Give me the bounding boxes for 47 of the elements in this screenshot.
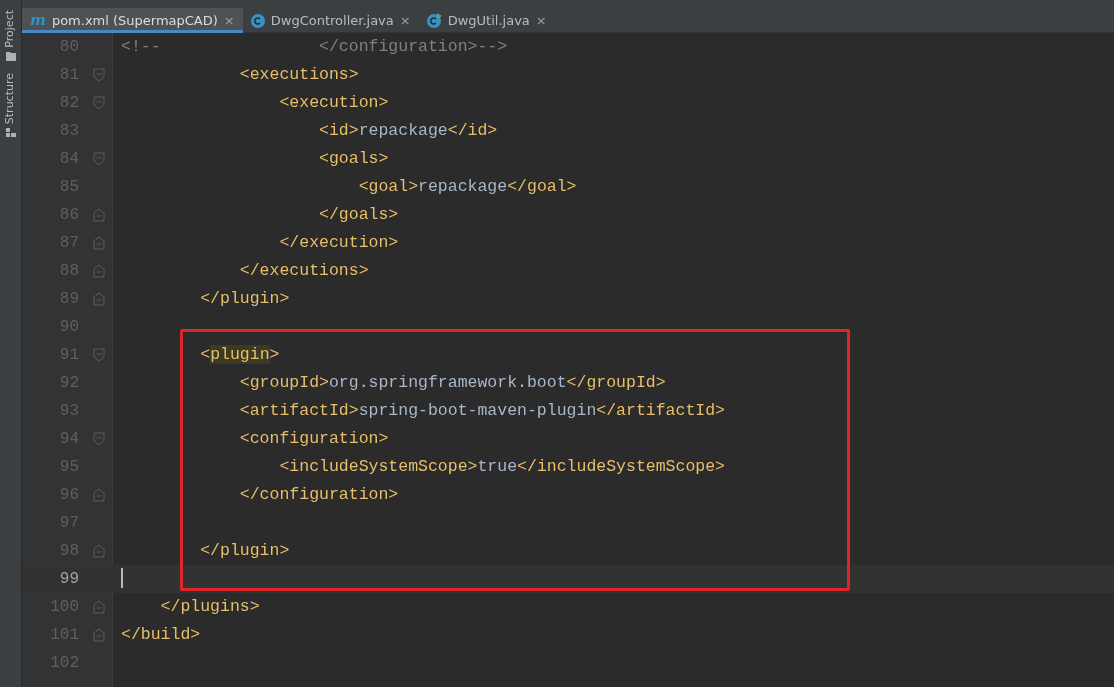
code-line: </plugin> bbox=[199, 539, 290, 562]
fold-icon bbox=[92, 432, 105, 446]
folder-icon bbox=[5, 51, 16, 61]
code-line: </configuration> bbox=[238, 483, 399, 506]
code-line: <artifactId>spring-boot-maven-plugin</artifactId> bbox=[238, 399, 725, 422]
unfold-icon bbox=[92, 600, 105, 614]
code-line: <!-- </configuration>--> bbox=[120, 35, 508, 58]
maven-icon: m bbox=[30, 13, 46, 28]
close-icon[interactable]: × bbox=[223, 10, 235, 31]
code-line: </plugins> bbox=[159, 595, 260, 618]
code-line: </plugin> bbox=[199, 287, 290, 310]
unfold-icon bbox=[92, 544, 105, 558]
fold-icon bbox=[92, 152, 105, 166]
close-icon[interactable]: × bbox=[535, 10, 547, 31]
editor-tab[interactable]: DwgController.java × bbox=[242, 8, 419, 33]
code-line: <goal>repackage</goal> bbox=[357, 175, 577, 198]
unfold-icon bbox=[92, 208, 105, 222]
class-icon bbox=[426, 13, 442, 28]
unfold-icon bbox=[92, 264, 105, 278]
class-icon bbox=[250, 13, 265, 28]
text-caret bbox=[121, 568, 123, 589]
code-line: <includeSystemScope>true</includeSystemScope> bbox=[278, 455, 725, 478]
code-line: </build> bbox=[120, 623, 201, 646]
code-line: <goals> bbox=[318, 147, 389, 170]
fold-icon bbox=[92, 348, 105, 362]
unfold-icon bbox=[92, 628, 105, 642]
line-number: 99 bbox=[58, 569, 80, 590]
unfold-icon bbox=[92, 236, 105, 250]
close-icon[interactable]: × bbox=[399, 10, 411, 31]
structure-icon bbox=[5, 127, 16, 137]
code-line: <groupId>org.springframework.boot</groupId> bbox=[238, 371, 666, 394]
tool-window-button[interactable]: Structure bbox=[2, 72, 19, 137]
code-line: </executions> bbox=[238, 259, 369, 282]
code-line: <executions> bbox=[238, 63, 359, 86]
editor-tab[interactable]: m pom.xml (SupermapCAD) × bbox=[22, 8, 243, 33]
unfold-icon bbox=[92, 488, 105, 502]
editor-tab[interactable]: DwgUtil.java × bbox=[418, 8, 555, 33]
code-line: </execution> bbox=[278, 231, 399, 254]
fold-icon bbox=[92, 68, 105, 82]
code-line: <id>repackage</id> bbox=[318, 119, 498, 142]
code-line: <plugin> bbox=[199, 343, 280, 366]
fold-icon bbox=[92, 96, 105, 110]
unfold-icon bbox=[92, 292, 105, 306]
code-line: <configuration> bbox=[238, 427, 389, 450]
tool-window-button[interactable]: Project bbox=[2, 10, 19, 61]
code-line: <execution> bbox=[278, 91, 389, 114]
code-line: </goals> bbox=[318, 203, 399, 226]
